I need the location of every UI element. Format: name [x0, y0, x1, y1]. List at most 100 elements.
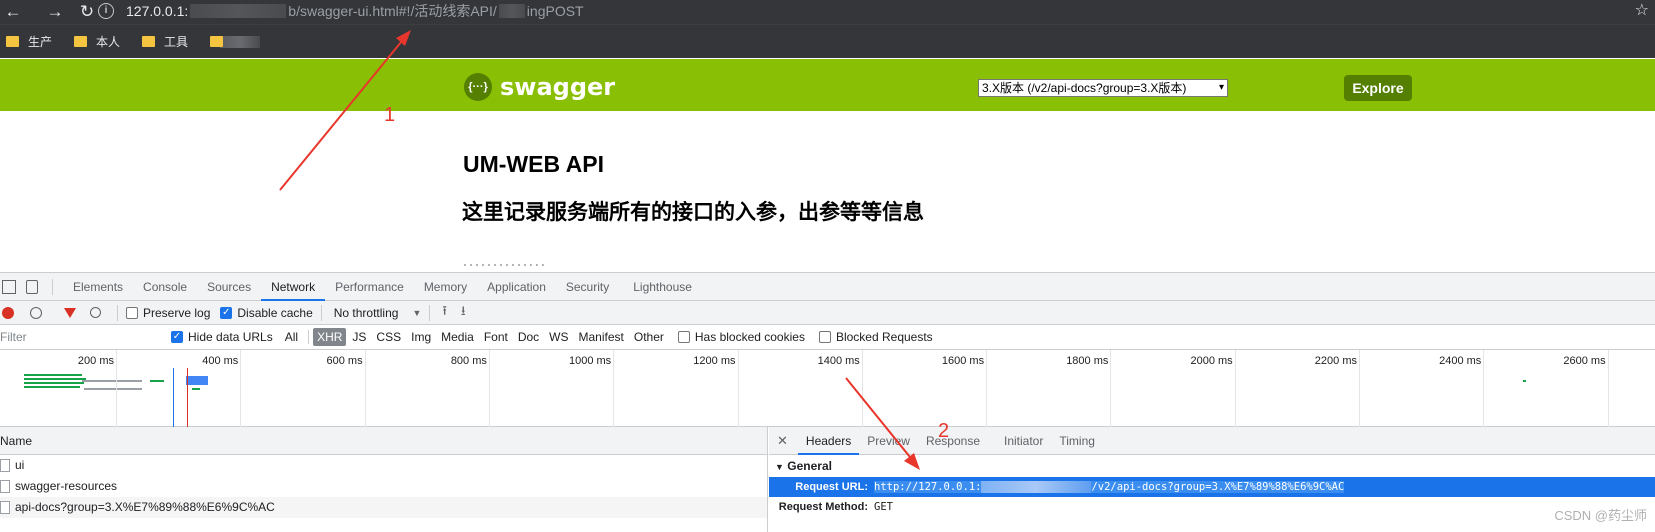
tab-timing[interactable]: Timing: [1051, 427, 1103, 455]
file-icon: [0, 501, 10, 514]
request-url-key: Request URL:: [795, 481, 868, 493]
request-row-selected[interactable]: api-docs?group=3.X%E7%89%88%E6%9C%AC: [0, 497, 767, 518]
filter-type-doc[interactable]: Doc: [514, 328, 543, 346]
request-name: swagger-resources: [15, 479, 118, 493]
checkbox-box[interactable]: [126, 306, 138, 319]
checkbox-box[interactable]: [818, 331, 831, 343]
waterfall-bar: [1523, 380, 1526, 382]
request-row[interactable]: swagger-resources: [0, 476, 767, 497]
bookmark-folder[interactable]: 生产: [6, 33, 52, 50]
clear-icon[interactable]: [30, 306, 42, 319]
tab-sources[interactable]: Sources: [197, 273, 261, 301]
device-toolbar-icon[interactable]: [26, 279, 38, 294]
bookmark-star-icon[interactable]: ☆: [1635, 0, 1649, 22]
timeline-tick-label: 1400 ms: [817, 355, 860, 367]
export-har-icon[interactable]: ⭳: [461, 302, 466, 324]
filter-input[interactable]: Filter: [0, 327, 158, 347]
timeline-tick-label: 2200 ms: [1314, 355, 1357, 367]
hide-data-urls-checkbox[interactable]: ✓ Hide data URLs: [171, 330, 273, 344]
checkbox-box[interactable]: [677, 331, 690, 343]
general-label: General: [787, 459, 832, 473]
timeline-gridline: [1110, 350, 1112, 427]
import-har-icon[interactable]: ⭱: [442, 302, 447, 324]
tab-network[interactable]: Network: [261, 273, 326, 301]
filter-type-img[interactable]: Img: [407, 328, 435, 346]
tab-elements[interactable]: Elements: [63, 273, 133, 301]
disable-cache-checkbox[interactable]: ✓ Disable cache: [220, 306, 313, 320]
preserve-log-checkbox[interactable]: Preserve log: [126, 306, 210, 320]
timeline-tick-label: 1000 ms: [568, 355, 612, 367]
filter-icon[interactable]: [64, 307, 76, 318]
tab-application[interactable]: Application: [477, 273, 556, 301]
request-name: ui: [15, 458, 25, 472]
checkbox-box-checked[interactable]: ✓: [171, 331, 183, 343]
filter-type-ws[interactable]: WS: [545, 328, 572, 346]
url-field[interactable]: i 127.0.0.1: b/swagger-ui.html#!/活动线索API…: [98, 0, 584, 22]
close-icon[interactable]: ✕: [777, 433, 788, 449]
bookmark-folder[interactable]: [210, 35, 261, 48]
explore-button[interactable]: Explore: [1344, 75, 1412, 101]
timeline-tick-label: 400 ms: [202, 355, 239, 367]
waterfall-bar: [82, 380, 142, 382]
chevron-down-icon[interactable]: ▼: [412, 308, 421, 318]
tab-response[interactable]: Response: [918, 427, 988, 455]
tab-console[interactable]: Console: [133, 273, 197, 301]
reload-icon[interactable]: ↻: [74, 0, 100, 24]
folder-icon: [74, 36, 88, 47]
forward-icon[interactable]: →: [42, 0, 68, 24]
address-bar: ← → ↻ i 127.0.0.1: b/swagger-ui.html#!/活…: [0, 0, 1655, 24]
filter-type-media[interactable]: Media: [437, 328, 478, 346]
timeline-gridline: [737, 350, 739, 427]
filter-type-manifest[interactable]: Manifest: [575, 328, 628, 346]
filter-type-xhr[interactable]: XHR: [313, 328, 347, 346]
bookmark-folder[interactable]: 工具: [142, 33, 188, 50]
api-group-select[interactable]: 3.X版本 (/v2/api-docs?group=3.X版本) ▾: [978, 79, 1228, 97]
bookmark-folder[interactable]: 本人: [74, 33, 120, 50]
tab-headers[interactable]: Headers: [797, 427, 860, 455]
folder-icon: [6, 36, 19, 47]
swagger-logo[interactable]: {···} swagger: [464, 73, 615, 101]
info-icon[interactable]: i: [98, 3, 114, 19]
tab-security[interactable]: Security: [556, 273, 619, 301]
tab-memory[interactable]: Memory: [414, 273, 477, 301]
blocked-requests-checkbox[interactable]: Blocked Requests: [818, 330, 933, 344]
request-row[interactable]: ui: [0, 455, 767, 476]
tab-preview[interactable]: Preview: [859, 427, 918, 455]
search-icon[interactable]: [90, 307, 101, 318]
throttling-select[interactable]: No throttling: [334, 306, 399, 320]
request-method-value: GET: [874, 501, 893, 513]
timeline-gridline: [613, 350, 615, 427]
checkbox-box-checked[interactable]: ✓: [220, 306, 233, 319]
has-blocked-cookies-checkbox[interactable]: Has blocked cookies: [677, 330, 805, 344]
swagger-header: {···} swagger 3.X版本 (/v2/api-docs?group=…: [0, 59, 1655, 111]
tab-performance[interactable]: Performance: [325, 273, 414, 301]
tab-initiator[interactable]: Initiator: [996, 427, 1051, 455]
filter-type-js[interactable]: JS: [348, 328, 370, 346]
divider: [308, 330, 310, 344]
detail-tab-bar: ✕ Headers Preview Response Initiator Tim…: [769, 427, 1655, 455]
filter-type-other[interactable]: Other: [630, 328, 668, 346]
timeline-tick-label: 2000 ms: [1190, 355, 1233, 367]
request-url-value[interactable]: http://127.0.0.1: /v2/api-docs?group=3.X%…: [874, 477, 1345, 497]
general-section-header[interactable]: ▼ General: [769, 455, 1655, 477]
name-column-header[interactable]: Name: [0, 427, 767, 455]
waterfall-bar: [150, 380, 164, 382]
bookmark-label: 生产: [28, 35, 53, 49]
filter-type-all[interactable]: All: [281, 328, 302, 346]
folder-icon: [142, 36, 156, 47]
inspect-element-icon[interactable]: [2, 279, 16, 294]
divider: [429, 304, 431, 321]
tab-lighthouse[interactable]: Lighthouse: [623, 273, 702, 301]
record-icon[interactable]: [2, 306, 14, 319]
waterfall-bar: [24, 386, 80, 388]
timeline-gridline: [488, 350, 490, 427]
timeline-gridline: [116, 350, 117, 427]
filter-type-font[interactable]: Font: [480, 328, 512, 346]
request-url-row[interactable]: Request URL: http://127.0.0.1: /v2/api-do…: [769, 477, 1655, 497]
network-timeline-overview[interactable]: 200 ms 400 ms 600 ms 800 ms 1000 ms 1200 ms 14…: [0, 350, 1655, 427]
devtools-tab-bar: Elements Console Sources Network Perform…: [0, 273, 1655, 301]
file-icon: [0, 459, 10, 472]
request-list: Name ui swagger-resources api-docs?group…: [0, 427, 768, 532]
filter-type-css[interactable]: CSS: [372, 328, 405, 346]
back-icon[interactable]: ←: [0, 0, 26, 24]
